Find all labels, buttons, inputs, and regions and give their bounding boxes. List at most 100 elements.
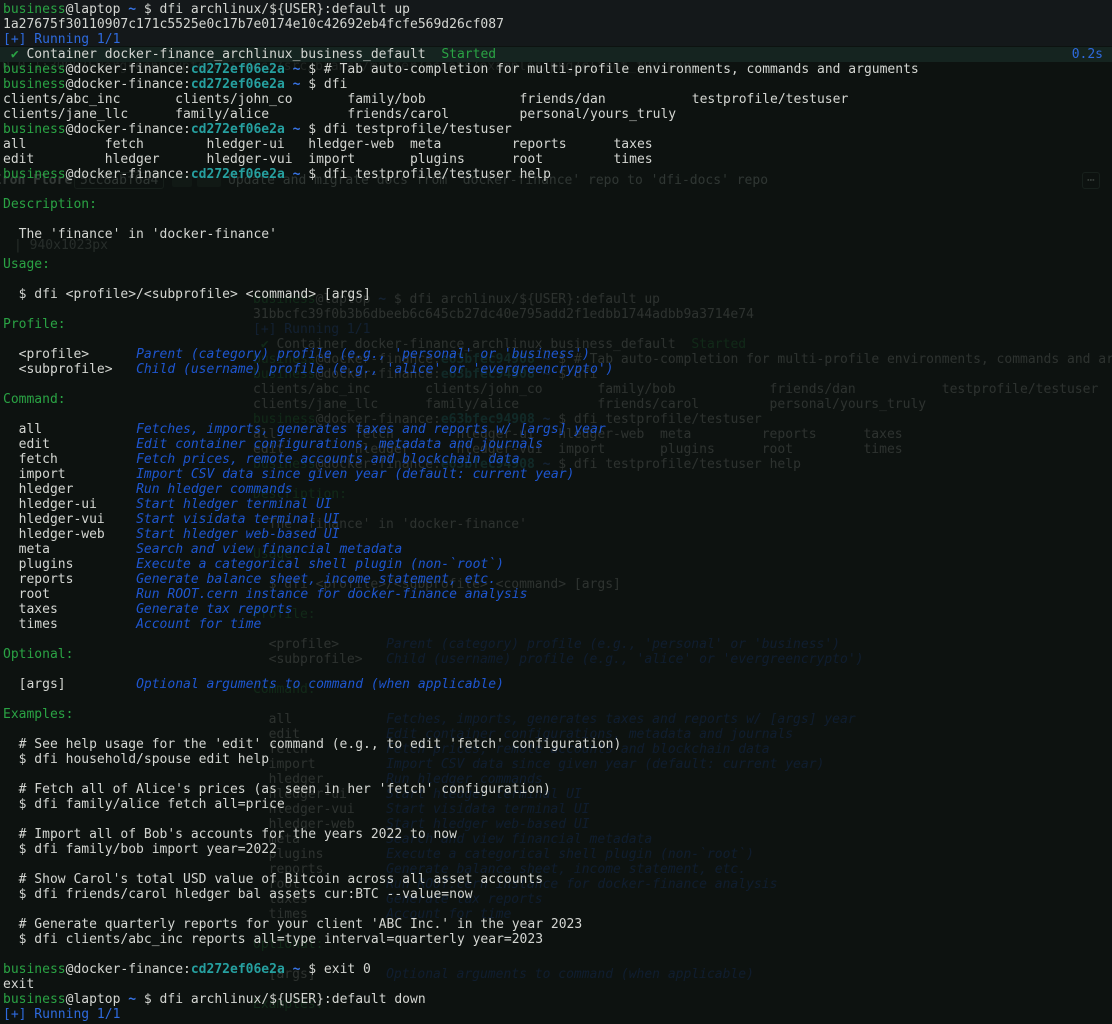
terminal-text-segment xyxy=(285,167,293,182)
terminal-line: Usage: xyxy=(0,257,1112,272)
terminal-text-segment: business xyxy=(3,2,66,17)
terminal-line: # Fetch all of Alice's prices (as seen i… xyxy=(0,782,1112,797)
terminal-text-segment: $ # Tab auto-completion for multi-profil… xyxy=(300,62,918,77)
terminal-text-segment: clients/abc_inc clients/john_co family/b… xyxy=(3,92,848,107)
terminal-line: # Import all of Bob's accounts for the y… xyxy=(0,827,1112,842)
elapsed-time-label: 0.2s xyxy=(1072,47,1103,62)
terminal-text-segment: times xyxy=(3,617,136,632)
terminal-line: # Generate quarterly reports for your cl… xyxy=(0,917,1112,932)
terminal-text-segment: Edit container configurations, metadata … xyxy=(136,437,543,452)
terminal-text-segment: Fetch prices, remote accounts and blockc… xyxy=(136,452,520,467)
terminal-text-segment: business xyxy=(3,77,66,92)
terminal-text-segment: $ dfi archlinux/${USER}:default down xyxy=(136,992,426,1007)
terminal-text-segment: cd272ef06e2a xyxy=(191,962,285,977)
terminal-text-segment: Command: xyxy=(3,392,66,407)
terminal-text-segment: cd272ef06e2a xyxy=(191,167,285,182)
terminal-line: all Fetches, imports, generates taxes an… xyxy=(0,422,1112,437)
terminal-line: Profile: xyxy=(0,317,1112,332)
terminal-text-segment: ~ xyxy=(128,992,136,1007)
terminal-line xyxy=(0,332,1112,347)
terminal-text-segment: $ exit 0 xyxy=(300,962,370,977)
terminal-line: exit xyxy=(0,977,1112,992)
terminal-text-segment: $ dfi <profile>/<subprofile> <command> [… xyxy=(3,287,371,302)
terminal-line xyxy=(0,407,1112,422)
terminal-line: Optional: xyxy=(0,647,1112,662)
terminal-line: clients/jane_llc family/alice friends/ca… xyxy=(0,107,1112,122)
terminal-line: plugins Execute a categorical shell plug… xyxy=(0,557,1112,572)
terminal-line: edit Edit container configurations, meta… xyxy=(0,437,1112,452)
terminal-text-segment: exit xyxy=(3,977,34,992)
terminal-text-segment: @laptop xyxy=(66,2,129,17)
terminal-text-segment: 1a27675f30110907c171c5525e0c17b7e0174e10… xyxy=(3,17,504,32)
terminal-line: business@docker-finance:cd272ef06e2a ~ $… xyxy=(0,122,1112,137)
terminal-text-segment: Generate tax reports xyxy=(136,602,293,617)
terminal-text-segment: $ dfi family/bob import year=2022 xyxy=(3,842,277,857)
terminal-text-segment: @docker-finance: xyxy=(66,77,191,92)
terminal-text-segment: # Import all of Bob's accounts for the y… xyxy=(3,827,457,842)
terminal-text-segment: $ dfi xyxy=(300,77,347,92)
terminal-text-segment: # Show Carol's total USD value of Bitcoi… xyxy=(3,872,543,887)
terminal-line: business@laptop ~ $ dfi archlinux/${USER… xyxy=(0,2,1112,17)
terminal-text-segment: Usage: xyxy=(3,257,50,272)
terminal-line: business@laptop ~ $ dfi archlinux/${USER… xyxy=(0,992,1112,1007)
terminal-line: <profile> Parent (category) profile (e.g… xyxy=(0,347,1112,362)
terminal-line: reports Generate balance sheet, income s… xyxy=(0,572,1112,587)
terminal-line: fetch Fetch prices, remote accounts and … xyxy=(0,452,1112,467)
terminal-line xyxy=(0,812,1112,827)
terminal-text-segment: business xyxy=(3,962,66,977)
terminal-text-segment: The 'finance' in 'docker-finance' xyxy=(3,227,277,242)
terminal-text-segment: Examples: xyxy=(3,707,73,722)
terminal-line xyxy=(0,857,1112,872)
terminal-text-segment: Start hledger terminal UI xyxy=(136,497,332,512)
terminal-window[interactable]: 0.0.1:3000/EvergreenCrypto/dfi-docs/src/… xyxy=(0,0,1112,1024)
terminal-line xyxy=(0,272,1112,287)
terminal-text-segment: Fetches, imports, generates taxes and re… xyxy=(136,422,606,437)
terminal-line xyxy=(0,377,1112,392)
terminal-line: all fetch hledger-ui hledger-web meta re… xyxy=(0,137,1112,152)
terminal-text-segment: [+] Running 1/1 xyxy=(3,32,120,47)
terminal-line: [+] Running 1/1 xyxy=(0,32,1112,47)
terminal-text-segment: Account for time xyxy=(136,617,261,632)
terminal-text-segment xyxy=(285,122,293,137)
terminal-text-segment: @docker-finance: xyxy=(66,167,191,182)
terminal-line xyxy=(0,302,1112,317)
terminal-text-segment: Optional arguments to command (when appl… xyxy=(136,677,504,692)
terminal-line: root Run ROOT.cern instance for docker-f… xyxy=(0,587,1112,602)
terminal-text-segment: # See help usage for the 'edit' command … xyxy=(3,737,621,752)
terminal-line: edit hledger hledger-vui import plugins … xyxy=(0,152,1112,167)
terminal-text-segment: cd272ef06e2a xyxy=(191,122,285,137)
terminal-line: taxes Generate tax reports xyxy=(0,602,1112,617)
terminal-text-segment: Profile: xyxy=(3,317,66,332)
terminal-line: business@docker-finance:cd272ef06e2a ~ $… xyxy=(0,62,1112,77)
terminal-line: 1a27675f30110907c171c5525e0c17b7e0174e10… xyxy=(0,17,1112,32)
terminal-text-segment: all fetch hledger-ui hledger-web meta re… xyxy=(3,137,653,152)
terminal-line: meta Search and view financial metadata xyxy=(0,542,1112,557)
terminal-text-segment xyxy=(285,962,293,977)
terminal-text-segment: import xyxy=(3,467,136,482)
terminal-text-segment: root xyxy=(3,587,136,602)
terminal-text-segment: Import CSV data since given year (defaul… xyxy=(136,467,574,482)
terminal-text-segment: $ dfi archlinux/${USER}:default up xyxy=(136,2,410,17)
terminal-line: # See help usage for the 'edit' command … xyxy=(0,737,1112,752)
terminal-line xyxy=(0,242,1112,257)
terminal-text-segment: [args] xyxy=(3,677,136,692)
terminal-text-segment: plugins xyxy=(3,557,136,572)
terminal-text-segment: Parent (category) profile (e.g., 'person… xyxy=(136,347,590,362)
terminal-text-segment: reports xyxy=(3,572,136,587)
terminal-text-segment: Child (username) profile (e.g., 'alice' … xyxy=(136,362,613,377)
terminal-line: <subprofile> Child (username) profile (e… xyxy=(0,362,1112,377)
terminal-text-segment: Run hledger commands xyxy=(136,482,293,497)
terminal-text-segment: # Generate quarterly reports for your cl… xyxy=(3,917,582,932)
terminal-text-segment: Started xyxy=(441,47,496,62)
terminal-text-segment: $ dfi family/alice fetch all=price xyxy=(3,797,285,812)
terminal-line: business@docker-finance:cd272ef06e2a ~ $… xyxy=(0,167,1112,182)
terminal-line: $ dfi household/spouse edit help xyxy=(0,752,1112,767)
terminal-text-segment: <profile> xyxy=(3,347,136,362)
terminal-line: business@docker-finance:cd272ef06e2a ~ $… xyxy=(0,962,1112,977)
terminal-text-segment: Optional: xyxy=(3,647,73,662)
terminal-line: hledger Run hledger commands xyxy=(0,482,1112,497)
terminal-text-segment: cd272ef06e2a xyxy=(191,62,285,77)
terminal-text-segment: $ dfi household/spouse edit help xyxy=(3,752,269,767)
terminal-text-segment: hledger-ui xyxy=(3,497,136,512)
terminal-text-segment: $ dfi clients/abc_inc reports all=type i… xyxy=(3,932,543,947)
